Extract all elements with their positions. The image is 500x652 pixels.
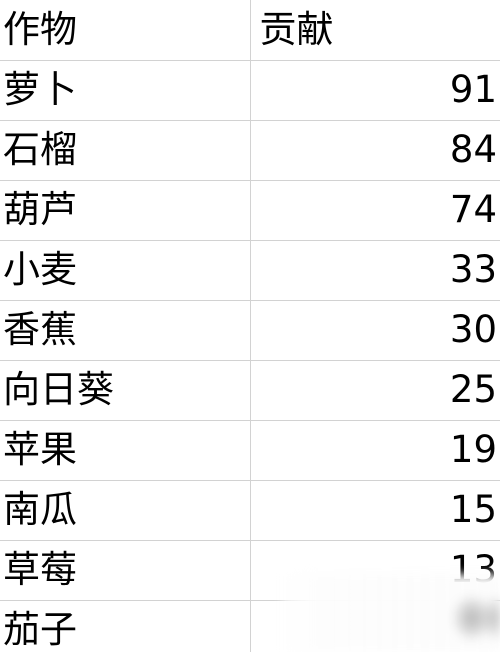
table-row[interactable]: 葫芦 74 xyxy=(0,180,500,241)
cell-contribution: 91 xyxy=(250,60,500,121)
cell-crop: 草莓 xyxy=(0,540,251,601)
table-header: 作物 贡献 xyxy=(0,0,500,61)
cell-contribution xyxy=(250,600,500,652)
table-viewport[interactable]: 作物 贡献 萝卜 91 石榴 84 葫芦 74 小麦 33 香蕉 30 向日葵 … xyxy=(0,0,500,652)
cell-crop: 葫芦 xyxy=(0,180,251,241)
cell-contribution: 33 xyxy=(250,240,500,301)
cell-crop: 萝卜 xyxy=(0,60,251,121)
cell-contribution: 13 xyxy=(250,540,500,601)
cell-contribution: 30 xyxy=(250,300,500,361)
cell-crop: 南瓜 xyxy=(0,480,251,541)
table-row[interactable]: 茄子 xyxy=(0,600,500,652)
cell-crop: 香蕉 xyxy=(0,300,251,361)
cell-contribution: 25 xyxy=(250,360,500,421)
table-row[interactable]: 石榴 84 xyxy=(0,120,500,181)
crop-contribution-table: 作物 贡献 萝卜 91 石榴 84 葫芦 74 小麦 33 香蕉 30 向日葵 … xyxy=(0,0,500,652)
table-row[interactable]: 萝卜 91 xyxy=(0,60,500,121)
cell-contribution: 84 xyxy=(250,120,500,181)
cell-crop: 小麦 xyxy=(0,240,251,301)
column-header-crop[interactable]: 作物 xyxy=(0,0,251,61)
cell-crop: 茄子 xyxy=(0,600,251,652)
table-row[interactable]: 苹果 19 xyxy=(0,420,500,481)
table-header-row: 作物 贡献 xyxy=(0,0,500,61)
cell-contribution: 19 xyxy=(250,420,500,481)
table-row[interactable]: 向日葵 25 xyxy=(0,360,500,421)
table-row[interactable]: 香蕉 30 xyxy=(0,300,500,361)
cell-crop: 石榴 xyxy=(0,120,251,181)
column-header-contribution[interactable]: 贡献 xyxy=(250,0,500,61)
cell-contribution: 15 xyxy=(250,480,500,541)
table-row[interactable]: 小麦 33 xyxy=(0,240,500,301)
table-row[interactable]: 南瓜 15 xyxy=(0,480,500,541)
cell-crop: 向日葵 xyxy=(0,360,251,421)
cell-crop: 苹果 xyxy=(0,420,251,481)
cell-contribution: 74 xyxy=(250,180,500,241)
table-body: 萝卜 91 石榴 84 葫芦 74 小麦 33 香蕉 30 向日葵 25 苹果 … xyxy=(0,60,500,652)
table-row[interactable]: 草莓 13 xyxy=(0,540,500,601)
